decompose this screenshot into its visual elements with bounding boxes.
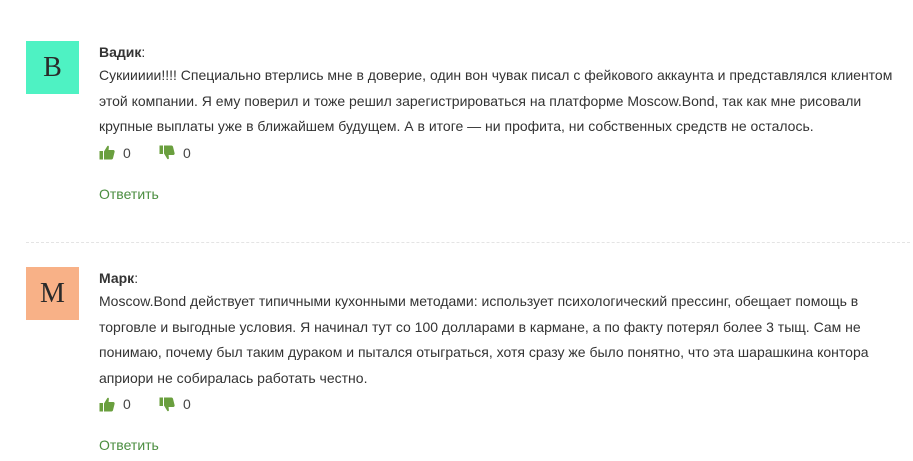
reply-link[interactable]: Ответить: [99, 437, 159, 453]
comment-author: Вадик:: [99, 44, 146, 60]
comment-body: Марк: Moscow.Bond действует типичными ку…: [99, 264, 904, 455]
dislike-button[interactable]: 0: [159, 145, 191, 161]
thumbs-up-icon: [99, 397, 115, 412]
author-name: Марк: [99, 270, 135, 286]
like-count: 0: [123, 144, 131, 161]
comment-body: Вадик: Сукиииии!!!! Специально втерлись …: [99, 38, 904, 204]
thumbs-up-icon: [99, 145, 115, 160]
comment-separator: [26, 242, 910, 243]
reply-link[interactable]: Ответить: [99, 186, 159, 202]
dislike-button[interactable]: 0: [159, 396, 191, 412]
dislike-count: 0: [183, 144, 191, 161]
comments-list: В Вадик: Сукиииии!!!! Специально втерлис…: [0, 0, 913, 461]
dislike-count: 0: [183, 396, 191, 412]
avatar: В: [26, 41, 79, 94]
comment-author: Марк:: [99, 270, 139, 286]
comment-text: Сукиииии!!!! Специально втерлись мне в д…: [99, 67, 893, 134]
comment-text: Moscow.Bond действует типичными кухонным…: [99, 293, 869, 386]
vote-bar: 0 0: [99, 394, 904, 414]
vote-bar: 0 0: [99, 143, 904, 163]
avatar-letter: В: [43, 51, 62, 83]
like-button[interactable]: 0: [99, 396, 159, 412]
like-button[interactable]: 0: [99, 145, 159, 161]
thumbs-down-icon: [159, 397, 175, 412]
avatar-letter: М: [40, 277, 65, 309]
like-count: 0: [123, 396, 131, 412]
author-name: Вадик: [99, 44, 142, 60]
thumbs-down-icon: [159, 145, 175, 160]
avatar: М: [26, 267, 79, 320]
